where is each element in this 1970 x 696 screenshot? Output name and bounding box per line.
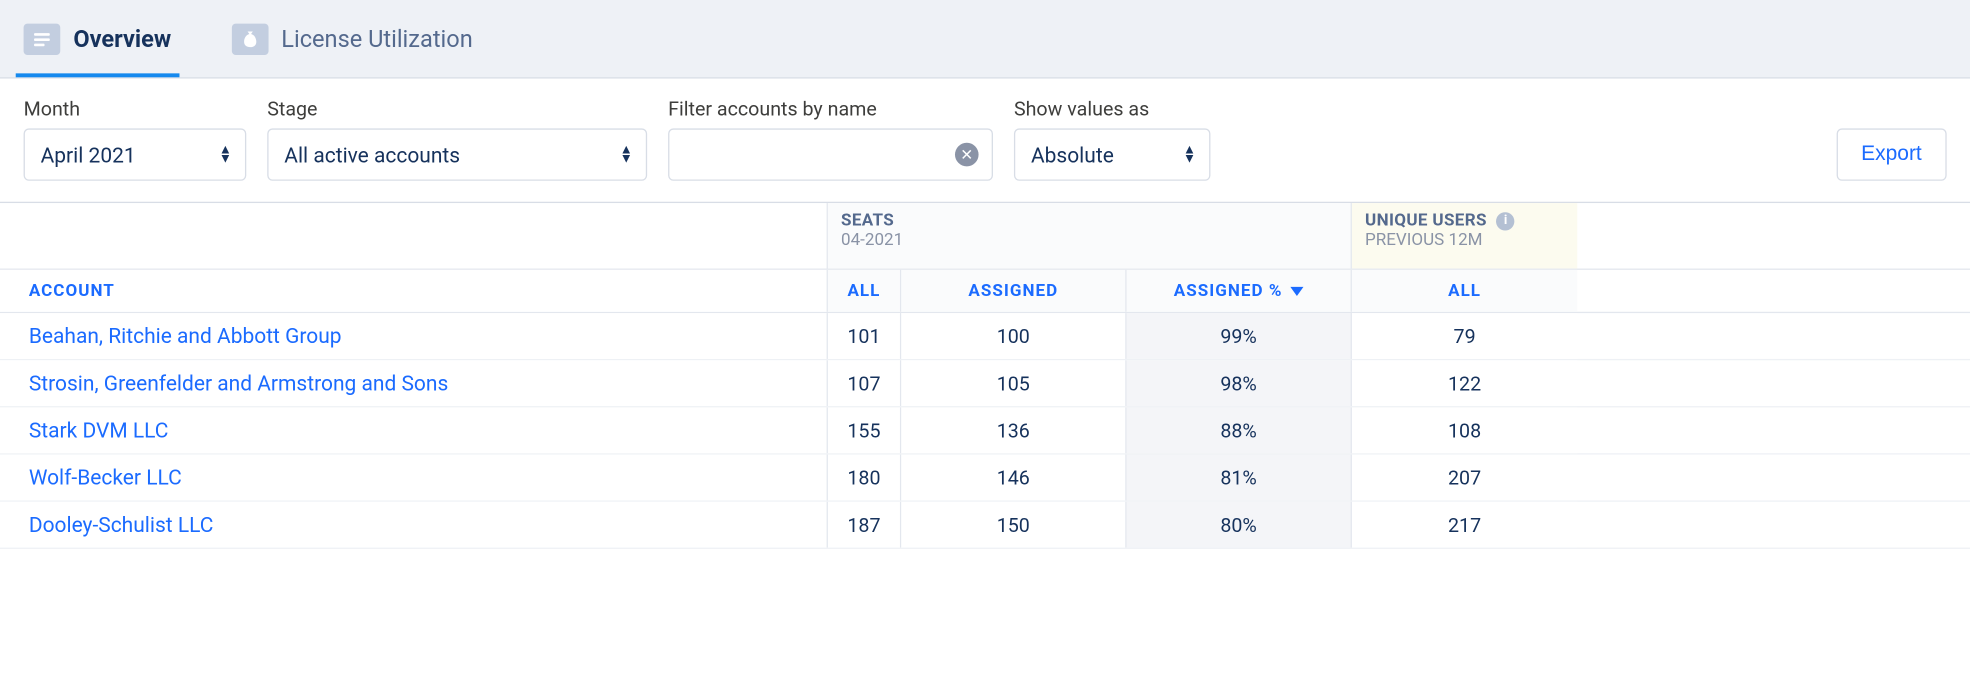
cell-unique-all: 217 xyxy=(1352,502,1577,548)
tab-license-label: License Utilization xyxy=(281,26,472,54)
export-button[interactable]: Export xyxy=(1836,128,1946,180)
col-seats-all[interactable]: ALL xyxy=(828,270,901,312)
table-group-header: SEATS 04-2021 UNIQUE USERS i PREVIOUS 12… xyxy=(0,203,1970,269)
table-row: Strosin, Greenfelder and Armstrong and S… xyxy=(0,360,1970,407)
cell-unique-all: 79 xyxy=(1352,313,1577,359)
cell-seats-assigned: 100 xyxy=(901,313,1126,359)
tabbar: Overview License Utilization xyxy=(0,0,1970,79)
seats-title: SEATS xyxy=(841,211,1337,231)
tab-license[interactable]: License Utilization xyxy=(224,8,481,77)
account-link[interactable]: Stark DVM LLC xyxy=(0,407,828,453)
tab-overview-label: Overview xyxy=(73,26,171,54)
cell-seats-assigned-pct: 80% xyxy=(1127,502,1352,548)
col-unique-all[interactable]: ALL xyxy=(1352,270,1577,312)
stage-value: All active accounts xyxy=(284,142,606,167)
cell-unique-all: 108 xyxy=(1352,407,1577,453)
col-account[interactable]: ACCOUNT xyxy=(0,270,828,312)
month-label: Month xyxy=(24,97,247,121)
select-stepper-icon: ▲▼ xyxy=(1183,145,1196,163)
stage-label: Stage xyxy=(267,97,647,121)
cell-seats-all: 155 xyxy=(828,407,901,453)
show-values-label: Show values as xyxy=(1014,97,1211,121)
cell-unique-all: 122 xyxy=(1352,360,1577,406)
filter-name-input-wrap: ✕ xyxy=(668,128,993,180)
cell-seats-all: 187 xyxy=(828,502,901,548)
cell-unique-all: 207 xyxy=(1352,455,1577,501)
col-seats-assigned[interactable]: ASSIGNED xyxy=(901,270,1126,312)
unique-users-group-header: UNIQUE USERS i PREVIOUS 12M xyxy=(1352,203,1577,269)
month-select[interactable]: April 2021 ▲▼ xyxy=(24,128,247,180)
filter-name-label: Filter accounts by name xyxy=(668,97,993,121)
overview-icon xyxy=(24,24,61,55)
cell-seats-all: 180 xyxy=(828,455,901,501)
clear-filter-icon[interactable]: ✕ xyxy=(955,143,979,167)
account-link[interactable]: Beahan, Ritchie and Abbott Group xyxy=(0,313,828,359)
seats-group-header: SEATS 04-2021 xyxy=(828,203,1352,269)
cell-seats-assigned-pct: 99% xyxy=(1127,313,1352,359)
cell-seats-assigned-pct: 88% xyxy=(1127,407,1352,453)
account-link[interactable]: Wolf-Becker LLC xyxy=(0,455,828,501)
info-icon[interactable]: i xyxy=(1497,212,1515,230)
cell-seats-assigned-pct: 81% xyxy=(1127,455,1352,501)
money-bag-icon xyxy=(231,24,268,55)
cell-seats-all: 101 xyxy=(828,313,901,359)
unique-title: UNIQUE USERS i xyxy=(1365,211,1564,231)
col-seats-assigned-pct[interactable]: ASSIGNED % xyxy=(1127,270,1352,312)
table-body: Beahan, Ritchie and Abbott Group10110099… xyxy=(0,313,1970,549)
table-row: Stark DVM LLC15513688%108 xyxy=(0,407,1970,454)
cell-seats-assigned: 146 xyxy=(901,455,1126,501)
blank-corner xyxy=(0,203,828,269)
show-values-select[interactable]: Absolute ▲▼ xyxy=(1014,128,1211,180)
select-stepper-icon: ▲▼ xyxy=(219,145,232,163)
select-stepper-icon: ▲▼ xyxy=(620,145,633,163)
sort-desc-icon xyxy=(1290,286,1303,295)
unique-subtitle: PREVIOUS 12M xyxy=(1365,231,1564,251)
table-row: Wolf-Becker LLC18014681%207 xyxy=(0,455,1970,502)
seats-subtitle: 04-2021 xyxy=(841,231,1337,251)
tab-overview[interactable]: Overview xyxy=(16,8,179,77)
month-value: April 2021 xyxy=(41,142,206,167)
filter-name-input[interactable] xyxy=(685,143,947,167)
cell-seats-assigned: 150 xyxy=(901,502,1126,548)
cell-seats-assigned: 136 xyxy=(901,407,1126,453)
account-link[interactable]: Strosin, Greenfelder and Armstrong and S… xyxy=(0,360,828,406)
account-link[interactable]: Dooley-Schulist LLC xyxy=(0,502,828,548)
cell-seats-assigned-pct: 98% xyxy=(1127,360,1352,406)
table-column-header: ACCOUNT ALL ASSIGNED ASSIGNED % ALL xyxy=(0,269,1970,314)
table-row: Dooley-Schulist LLC18715080%217 xyxy=(0,502,1970,549)
filter-bar: Month April 2021 ▲▼ Stage All active acc… xyxy=(0,79,1970,202)
cell-seats-assigned: 105 xyxy=(901,360,1126,406)
show-values-value: Absolute xyxy=(1031,142,1170,167)
stage-select[interactable]: All active accounts ▲▼ xyxy=(267,128,647,180)
table-row: Beahan, Ritchie and Abbott Group10110099… xyxy=(0,313,1970,360)
accounts-table: SEATS 04-2021 UNIQUE USERS i PREVIOUS 12… xyxy=(0,202,1970,549)
cell-seats-all: 107 xyxy=(828,360,901,406)
